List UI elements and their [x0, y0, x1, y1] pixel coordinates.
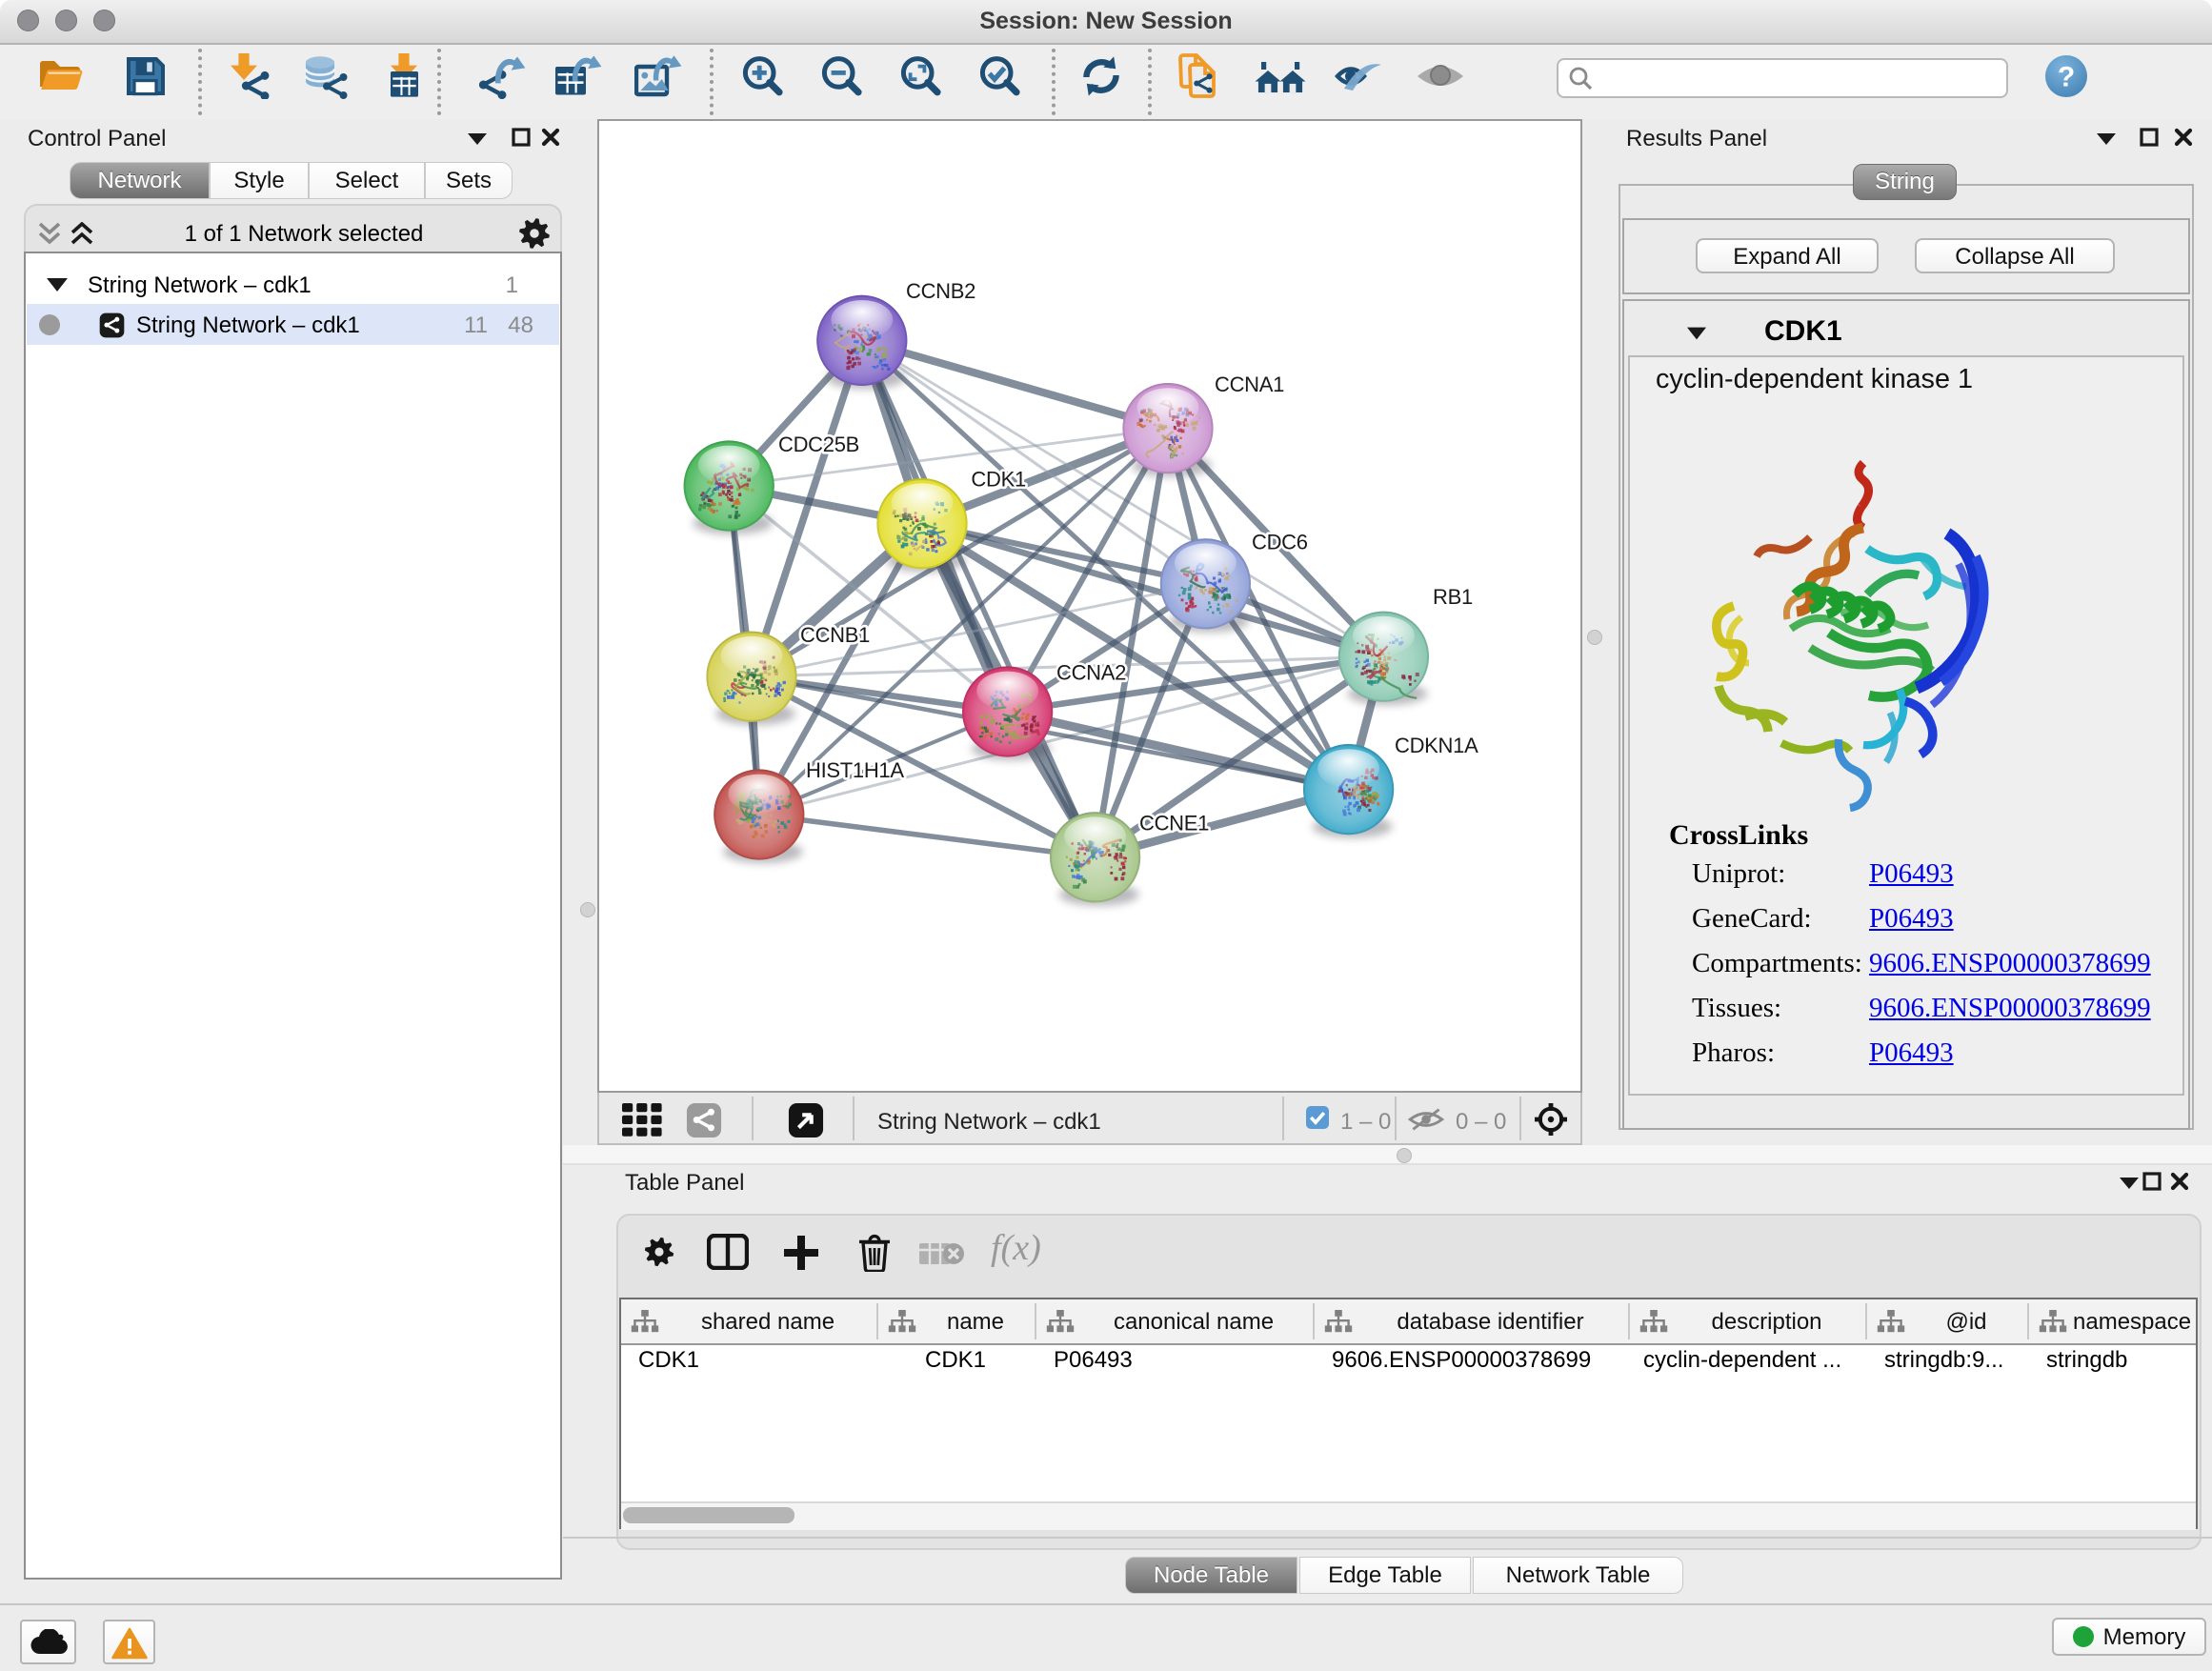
svg-text:CDK1: CDK1: [971, 468, 1026, 492]
svg-text:CCNB2: CCNB2: [906, 279, 975, 303]
svg-text:CCNA1: CCNA1: [1215, 372, 1284, 396]
svg-text:CDC6: CDC6: [1252, 530, 1308, 554]
svg-text:CDC25B: CDC25B: [778, 433, 859, 456]
svg-text:CCNB1: CCNB1: [800, 623, 870, 647]
svg-text:CCNA2: CCNA2: [1056, 660, 1126, 684]
svg-text:HIST1H1A: HIST1H1A: [806, 758, 904, 782]
svg-text:CDKN1A: CDKN1A: [1395, 734, 1478, 757]
svg-text:CCNE1: CCNE1: [1139, 811, 1209, 835]
svg-text:RB1: RB1: [1433, 585, 1473, 609]
svg-text:?: ?: [2058, 62, 2075, 93]
